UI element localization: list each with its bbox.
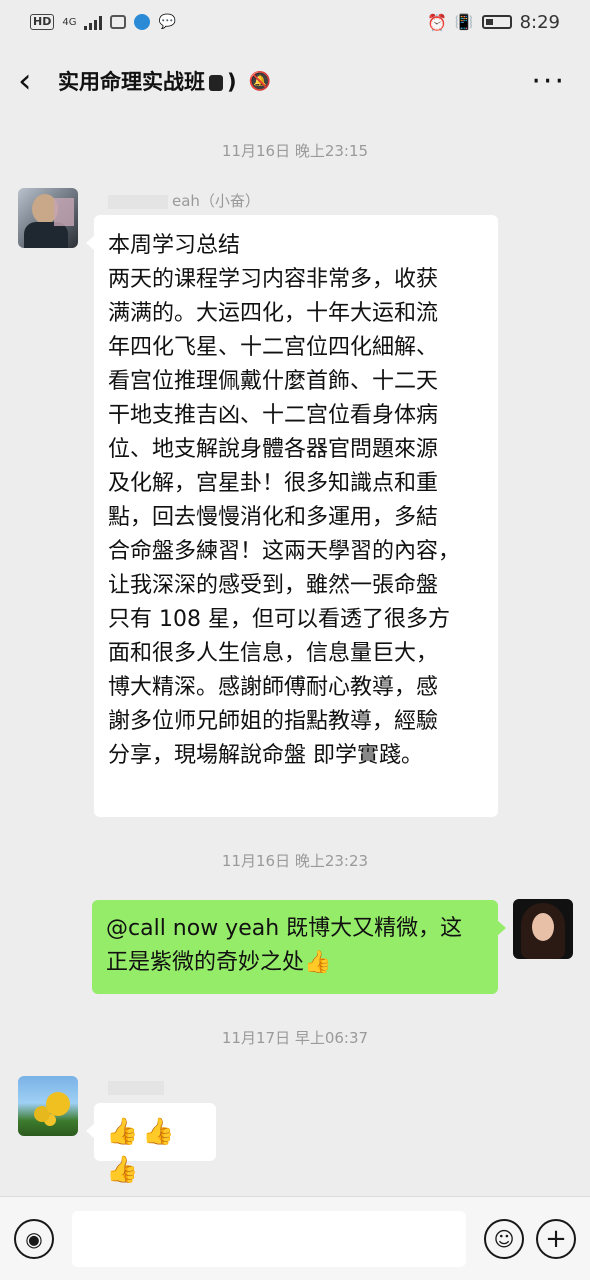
message-line: 博大精深。感謝師傅耐心教導，感 bbox=[108, 675, 439, 700]
more-options-button[interactable]: ··· bbox=[531, 64, 566, 99]
chat-header: ‹ 实用命理实战班) 🔕 ··· bbox=[0, 44, 590, 118]
vibrate-icon: 📳 bbox=[454, 13, 474, 31]
status-left: HD 4G 💬 bbox=[30, 14, 176, 30]
message-line: 及化解，宫星卦！很多知識点和重 bbox=[108, 471, 439, 496]
message-line: 分享，現場解說命盤 即学實踐。 bbox=[108, 743, 423, 768]
message-line: 正是紫微的奇妙之处👍 bbox=[106, 950, 332, 975]
message-line: 合命盤多練習！这兩天學習的內容， bbox=[108, 539, 461, 564]
signal-icon bbox=[84, 14, 103, 30]
message-line: 只有 108 星，但可以看透了很多方 bbox=[108, 607, 450, 632]
message-timestamp: 11月17日 早上06:37 bbox=[221, 1029, 369, 1047]
my-avatar[interactable] bbox=[513, 899, 573, 959]
message-line: 年四化飞星、十二宫位四化細解、 bbox=[108, 335, 439, 360]
emoji-icon[interactable]: ☺ bbox=[484, 1218, 524, 1259]
input-bar: ◉ ☺ + bbox=[0, 1196, 590, 1280]
plus-icon[interactable]: + bbox=[536, 1218, 576, 1259]
sender-avatar[interactable] bbox=[18, 1076, 78, 1136]
message-line: 让我深深的感受到，雖然一張命盤 bbox=[108, 573, 439, 598]
message-line: 謝多位师兄師姐的指點教導，經驗 bbox=[108, 709, 439, 734]
message-line: 看宫位推理佩戴什麼首飾、十二天 bbox=[108, 369, 439, 394]
sender-avatar[interactable] bbox=[18, 188, 78, 248]
message-line: 干地支推吉凶、十二宫位看身体病 bbox=[108, 403, 439, 428]
message-timestamp: 11月16日 晚上23:23 bbox=[221, 852, 369, 870]
voice-icon[interactable]: ◉ bbox=[14, 1218, 54, 1259]
alarm-icon: ⏰ bbox=[426, 12, 447, 32]
back-arrow-icon[interactable]: ‹ bbox=[18, 61, 58, 101]
message-input[interactable] bbox=[72, 1210, 466, 1267]
sender-name: eah（小奋） bbox=[108, 190, 260, 211]
message-line: 點，回去慢慢消化和多運用，多結 bbox=[108, 505, 439, 530]
title-redaction bbox=[209, 75, 223, 91]
status-right: ⏰ 📳 8:29 bbox=[427, 12, 560, 33]
message-timestamp: 11月16日 晚上23:15 bbox=[221, 142, 369, 160]
sender-name bbox=[108, 1078, 168, 1096]
message-line: 位、地支解說身體各器官問題來源 bbox=[108, 437, 439, 462]
wechat-icon: 💬 bbox=[158, 14, 176, 30]
message-bubble-incoming[interactable]: 👍👍👍 bbox=[86, 1103, 216, 1185]
message-line: 两天的课程学习内容非常多，收获 bbox=[108, 267, 439, 292]
clock: 8:29 bbox=[519, 11, 560, 33]
app-notification-icon bbox=[134, 14, 151, 30]
message-bubble-outgoing[interactable]: @call now yeah 既博大又精微，这 正是紫微的奇妙之处👍 bbox=[92, 900, 506, 994]
chat-title: 实用命理实战班) bbox=[58, 66, 237, 96]
message-line: 本周学习总结 bbox=[108, 233, 241, 258]
battery-icon bbox=[481, 15, 512, 29]
mail-icon bbox=[110, 15, 127, 29]
hd-indicator: HD bbox=[30, 14, 55, 30]
chat-title-suffix: ) bbox=[227, 70, 237, 94]
status-bar: HD 4G 💬 ⏰ 📳 8:29 bbox=[0, 0, 590, 44]
message-line: 满满的。大运四化，十年大运和流 bbox=[108, 301, 439, 326]
message-bubble-incoming[interactable]: 本周学习总结 两天的课程学习内容非常多，收获 满满的。大运四化，十年大运和流 年… bbox=[86, 215, 498, 817]
message-line: 面和很多人生信息，信息量巨大， bbox=[108, 641, 439, 666]
chat-title-text: 实用命理实战班 bbox=[58, 70, 205, 94]
message-line: @call now yeah 既博大又精微，这 bbox=[106, 916, 463, 941]
muted-bell-icon: 🔕 bbox=[248, 70, 272, 92]
network-type: 4G bbox=[62, 16, 77, 28]
